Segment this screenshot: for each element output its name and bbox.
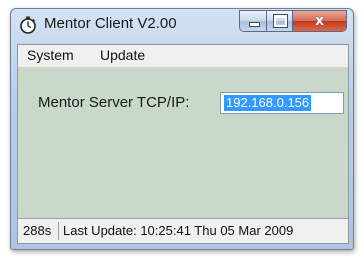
maximize-button[interactable]: [267, 11, 293, 31]
minimize-icon: [249, 22, 260, 27]
caption-buttons: x: [239, 10, 347, 32]
main-panel: Mentor Server TCP/IP: 192.168.0.156: [18, 68, 348, 218]
app-window: Mentor Client V2.00 x System Update Ment…: [10, 8, 354, 250]
server-address-value: 192.168.0.156: [224, 95, 312, 111]
status-bar: 288s Last Update: 10:25:41 Thu 05 Mar 20…: [18, 218, 348, 243]
maximize-icon: [273, 14, 288, 28]
close-button[interactable]: x: [293, 11, 346, 31]
server-address-label: Mentor Server TCP/IP:: [38, 94, 190, 111]
menu-system[interactable]: System: [27, 47, 74, 63]
stopwatch-icon: [20, 16, 36, 34]
status-last-update: Last Update: 10:25:41 Thu 05 Mar 2009: [63, 223, 294, 238]
status-elapsed: 288s: [23, 223, 52, 238]
menu-bar: System Update: [18, 45, 348, 68]
menu-update[interactable]: Update: [100, 47, 145, 63]
status-divider: [58, 222, 59, 240]
title-bar[interactable]: Mentor Client V2.00 x: [11, 9, 353, 41]
window-title: Mentor Client V2.00: [44, 15, 177, 32]
server-address-input[interactable]: 192.168.0.156: [220, 92, 344, 114]
client-area: System Update Mentor Server TCP/IP: 192.…: [17, 44, 349, 244]
close-icon: x: [314, 13, 325, 29]
minimize-button[interactable]: [240, 11, 267, 31]
